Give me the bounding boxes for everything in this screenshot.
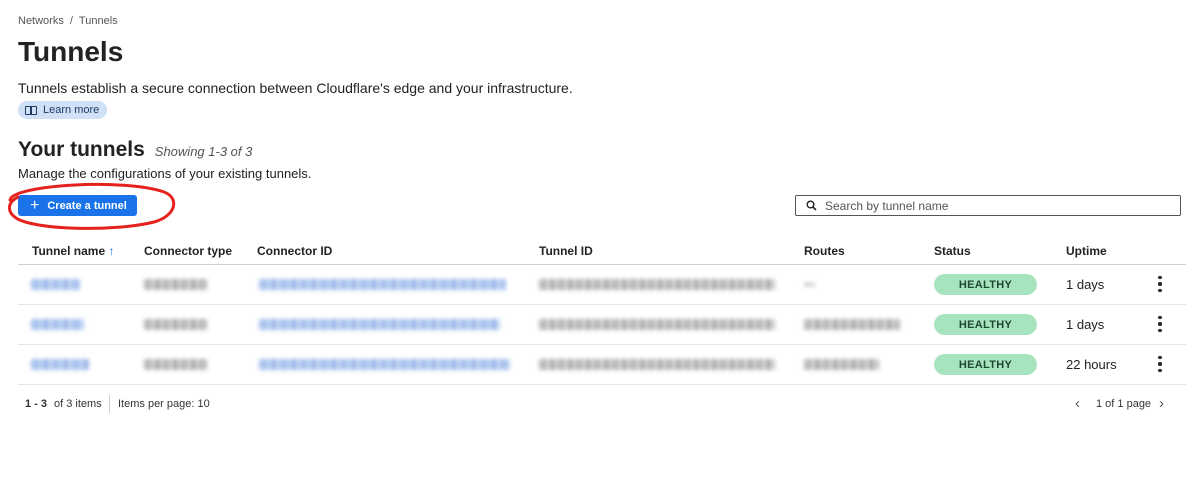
learn-more-button[interactable]: Learn more: [18, 101, 108, 119]
page-info: 1 of 1 page: [1096, 398, 1152, 410]
table-header: Tunnel name ↑ Connector type Connector I…: [18, 238, 1186, 265]
pagination-range: 1 - 3: [25, 398, 48, 410]
page-title: Tunnels: [18, 36, 124, 67]
status-badge: HEALTHY: [934, 314, 1037, 335]
pagination-divider: [109, 395, 110, 413]
connector-type-cell: [144, 319, 208, 330]
tunnel-name-link[interactable]: [31, 359, 89, 370]
search-input[interactable]: [825, 198, 1165, 213]
tunnel-id-cell: [539, 359, 775, 370]
breadcrumb-current: Tunnels: [78, 15, 118, 27]
section-header: Your tunnels Showing 1-3 of 3: [18, 138, 252, 162]
uptime-cell: 22 hours: [1066, 357, 1117, 372]
create-tunnel-button[interactable]: + Create a tunnel: [18, 195, 137, 216]
row-menu-icon[interactable]: [1152, 273, 1168, 295]
status-badge: HEALTHY: [934, 274, 1037, 295]
col-uptime[interactable]: Uptime: [1066, 244, 1107, 258]
learn-more-label: Learn more: [43, 104, 100, 116]
breadcrumb-separator: /: [69, 15, 73, 27]
connector-type-cell: [144, 279, 208, 290]
uptime-cell: 1 days: [1066, 317, 1105, 332]
col-tunnel-name[interactable]: Tunnel name ↑: [32, 244, 114, 258]
tunnel-name-link[interactable]: [31, 319, 84, 330]
tunnel-id-cell: [539, 319, 775, 330]
uptime-cell: 1 days: [1066, 277, 1105, 292]
section-description: Manage the configurations of your existi…: [18, 166, 312, 181]
sort-arrow-up-icon: ↑: [108, 244, 115, 258]
chevron-right-icon[interactable]: ›: [1159, 395, 1164, 412]
pagination: 1 - 3 of 3 items Items per page: 10 ‹ 1 …: [18, 395, 1173, 415]
search-box[interactable]: [795, 195, 1181, 216]
connector-type-cell: [144, 359, 208, 370]
routes-cell: [804, 319, 900, 330]
items-per-page[interactable]: Items per page: 10: [118, 398, 210, 410]
create-tunnel-label: Create a tunnel: [47, 199, 127, 212]
col-tunnel-name-label: Tunnel name: [32, 244, 106, 258]
table-row: HEALTHY 1 days: [18, 305, 1186, 345]
tunnel-id-cell: [539, 279, 775, 290]
connector-id-link[interactable]: [259, 279, 506, 290]
col-connector-id[interactable]: Connector ID: [257, 244, 332, 258]
tunnel-name-link[interactable]: [31, 279, 80, 290]
tunnels-table: Tunnel name ↑ Connector type Connector I…: [18, 238, 1186, 385]
routes-cell: [804, 359, 879, 370]
col-tunnel-id[interactable]: Tunnel ID: [539, 244, 593, 258]
chevron-left-icon[interactable]: ‹: [1075, 395, 1080, 412]
showing-count: Showing 1-3 of 3: [154, 144, 253, 159]
section-title: Your tunnels: [18, 138, 145, 161]
page-description: Tunnels establish a secure connection be…: [18, 80, 573, 96]
col-status[interactable]: Status: [934, 244, 971, 258]
search-icon: [806, 200, 817, 211]
row-menu-icon[interactable]: [1152, 353, 1168, 375]
breadcrumb: Networks / Tunnels: [18, 15, 118, 27]
table-row: HEALTHY 1 days: [18, 265, 1186, 305]
connector-id-link[interactable]: [259, 359, 510, 370]
book-icon: [25, 105, 37, 115]
breadcrumb-networks-link[interactable]: Networks: [18, 15, 64, 27]
row-menu-icon[interactable]: [1152, 313, 1168, 335]
status-badge: HEALTHY: [934, 354, 1037, 375]
table-row: HEALTHY 22 hours: [18, 345, 1186, 385]
routes-cell: [804, 283, 816, 286]
col-routes[interactable]: Routes: [804, 244, 845, 258]
col-connector-type[interactable]: Connector type: [144, 244, 232, 258]
pagination-total: of 3 items: [54, 398, 102, 410]
connector-id-link[interactable]: [259, 319, 500, 330]
plus-icon: +: [30, 196, 40, 214]
